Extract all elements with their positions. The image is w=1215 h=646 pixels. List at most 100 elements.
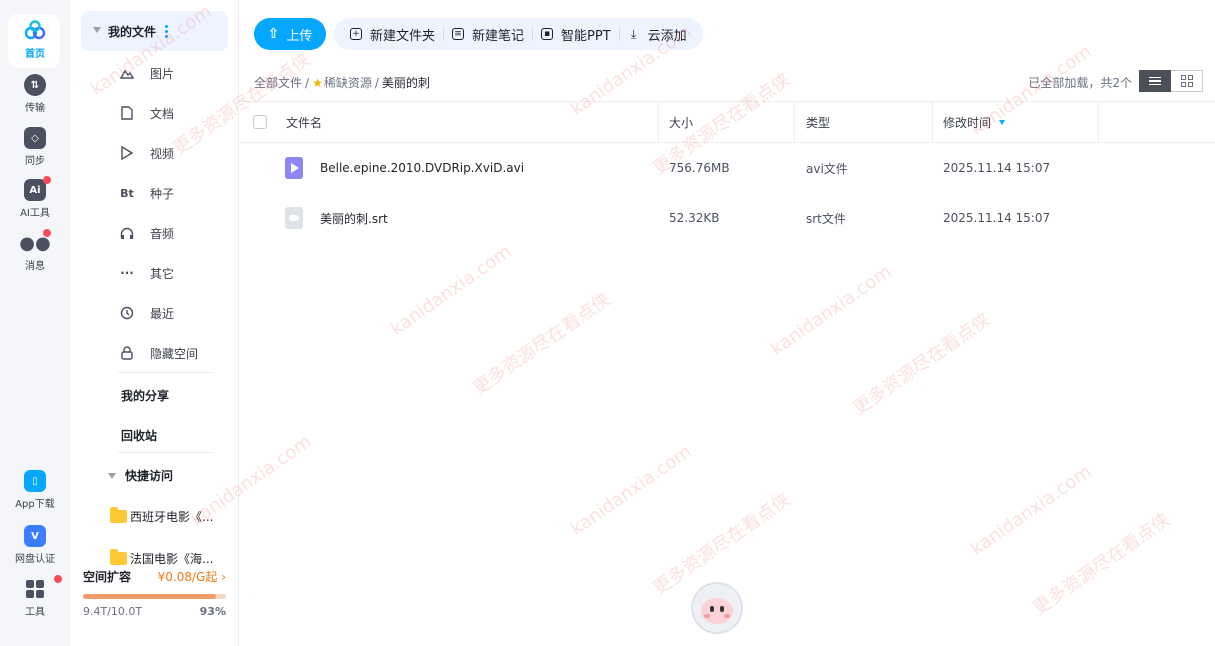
verify-icon: V <box>24 525 46 547</box>
list-view-button[interactable] <box>1139 70 1171 92</box>
star-icon: ★ <box>312 75 323 90</box>
table-header: 文件名 大小 类型 修改时间 <box>239 101 1215 143</box>
rail-verify[interactable]: V 网盘认证 <box>0 525 70 565</box>
folder-icon <box>110 549 127 565</box>
quota-used: 9.4T/10.0T <box>83 605 143 618</box>
file-name-cell: Belle.epine.2010.DVDRip.XviD.avi <box>285 143 524 193</box>
my-files-header[interactable]: 我的文件 <box>81 11 228 51</box>
new-note-icon: ≡ <box>452 28 465 40</box>
subtitle-file-icon <box>285 207 303 229</box>
folder-icon <box>110 507 127 523</box>
video-icon <box>120 146 134 160</box>
left-rail: 首页 ⇅ 传输 ◇ 同步 Ai AI工具 ●● 消息 ▯ App下载 V 网盘认… <box>0 0 70 646</box>
rail-home[interactable]: 首页 <box>0 14 70 68</box>
nav-item-torrents[interactable]: Bt 种子 <box>120 179 240 207</box>
quota-price[interactable]: ¥0.08/G起 › <box>158 568 226 585</box>
file-size-cell: 756.76MB <box>669 161 730 175</box>
upload-icon: ⇧ <box>267 26 280 42</box>
collapse-triangle-icon <box>93 27 101 33</box>
header-type[interactable]: 类型 <box>806 102 830 142</box>
quick-folder-item[interactable]: 西班牙电影《... <box>110 507 220 525</box>
breadcrumb-root[interactable]: 全部文件 <box>254 74 302 91</box>
nav-item-other[interactable]: ··· 其它 <box>120 259 240 287</box>
ppt-icon: ▪ <box>541 28 554 40</box>
nav-recycle-bin[interactable]: 回收站 <box>121 427 157 444</box>
main-content: ⇧ 上传 + 新建文件夹 ≡ 新建笔记 ▪ 智能PPT ⤓ 云添加 全部文件 /… <box>239 0 1215 646</box>
breadcrumb-current: 美丽的刺 <box>381 76 430 90</box>
new-note-button[interactable]: ≡ 新建笔记 <box>446 25 530 44</box>
more-icon: ··· <box>120 266 134 280</box>
notification-dot <box>54 575 62 583</box>
file-size-cell: 52.32KB <box>669 211 720 225</box>
header-modified[interactable]: 修改时间 <box>943 102 1006 142</box>
tool-group: + 新建文件夹 ≡ 新建笔记 ▪ 智能PPT ⤓ 云添加 <box>334 18 703 50</box>
nav-item-images[interactable]: 图片 <box>120 59 240 87</box>
view-switch <box>1139 70 1203 92</box>
message-icon: ●● <box>19 229 51 254</box>
breadcrumb-parent[interactable]: 稀缺资源 <box>324 74 372 91</box>
collapse-triangle-icon <box>108 472 116 479</box>
grid-view-button[interactable] <box>1171 70 1203 92</box>
nav-panel: 我的文件 图片 文档 视频 Bt 种子 音频 ··· 其它 最近 隐藏空间 我的… <box>70 0 239 646</box>
notification-dot <box>43 229 51 237</box>
home-icon <box>24 20 46 42</box>
storage-quota[interactable]: 空间扩容 ¥0.08/G起 › 9.4T/10.0T 93% <box>83 568 226 618</box>
tools-icon <box>24 575 62 600</box>
lock-icon <box>120 346 134 360</box>
select-all-checkbox[interactable] <box>253 115 267 129</box>
quota-progress-bar <box>83 594 226 599</box>
quota-title: 空间扩容 <box>83 570 132 584</box>
breadcrumb: 全部文件 / ★ 稀缺资源 / 美丽的刺 <box>254 74 430 91</box>
audio-icon <box>120 226 134 240</box>
quick-folder-item[interactable]: 法国电影《海... <box>110 549 220 567</box>
nav-my-share[interactable]: 我的分享 <box>121 387 169 404</box>
nav-item-documents[interactable]: 文档 <box>120 99 240 127</box>
load-status: 已全部加载，共2个 <box>1028 76 1132 90</box>
rail-app-download[interactable]: ▯ App下载 <box>0 470 70 510</box>
document-icon <box>120 106 134 120</box>
notification-dot <box>43 176 51 184</box>
file-modified-cell: 2025.11.14 15:07 <box>943 161 1051 175</box>
table-row[interactable]: 美丽的刺.srt 52.32KB srt文件 2025.11.14 15:07 <box>239 193 1215 243</box>
nav-item-audio[interactable]: 音频 <box>120 219 240 247</box>
ai-tool-icon: Ai <box>24 176 51 201</box>
divider <box>118 452 214 453</box>
new-folder-button[interactable]: + 新建文件夹 <box>344 25 441 44</box>
new-folder-icon: + <box>350 28 362 40</box>
list-icon <box>1149 75 1161 88</box>
rail-sync[interactable]: ◇ 同步 <box>0 127 70 167</box>
header-size[interactable]: 大小 <box>669 102 693 142</box>
file-name-cell: 美丽的刺.srt <box>285 193 388 243</box>
rail-message[interactable]: ●● 消息 <box>0 229 70 272</box>
quota-progress-fill <box>83 594 216 599</box>
nav-item-hidden-space[interactable]: 隐藏空间 <box>120 339 240 367</box>
nav-item-recent[interactable]: 最近 <box>120 299 240 327</box>
rail-tools[interactable]: 工具 <box>0 575 70 618</box>
torrent-icon: Bt <box>120 186 134 200</box>
chevron-right-icon: › <box>221 570 226 584</box>
more-options-icon[interactable] <box>165 24 169 38</box>
table-row[interactable]: Belle.epine.2010.DVDRip.XviD.avi 756.76M… <box>239 143 1215 193</box>
recent-icon <box>120 306 134 320</box>
file-modified-cell: 2025.11.14 15:07 <box>943 211 1051 225</box>
grid-icon <box>1180 75 1186 80</box>
transfer-icon: ⇅ <box>24 74 46 96</box>
image-icon <box>120 66 134 80</box>
assistant-mascot[interactable] <box>691 582 743 638</box>
cloud-add-icon: ⤓ <box>631 27 637 41</box>
sync-icon: ◇ <box>24 127 46 149</box>
upload-button[interactable]: ⇧ 上传 <box>254 18 326 50</box>
phone-icon: ▯ <box>24 470 46 492</box>
video-file-icon <box>285 157 303 179</box>
quick-access-header[interactable]: 快捷访问 <box>108 467 173 484</box>
toolbar: ⇧ 上传 + 新建文件夹 ≡ 新建笔记 ▪ 智能PPT ⤓ 云添加 <box>254 18 703 50</box>
nav-item-videos[interactable]: 视频 <box>120 139 240 167</box>
divider <box>118 372 214 373</box>
header-name[interactable]: 文件名 <box>286 102 322 142</box>
rail-ai-tool[interactable]: Ai AI工具 <box>0 176 70 219</box>
cloud-add-button[interactable]: ⤓ 云添加 <box>622 25 693 44</box>
smart-ppt-button[interactable]: ▪ 智能PPT <box>535 25 617 44</box>
sort-down-icon <box>999 119 1006 125</box>
file-type-cell: srt文件 <box>806 211 846 226</box>
rail-transfer[interactable]: ⇅ 传输 <box>0 74 70 114</box>
